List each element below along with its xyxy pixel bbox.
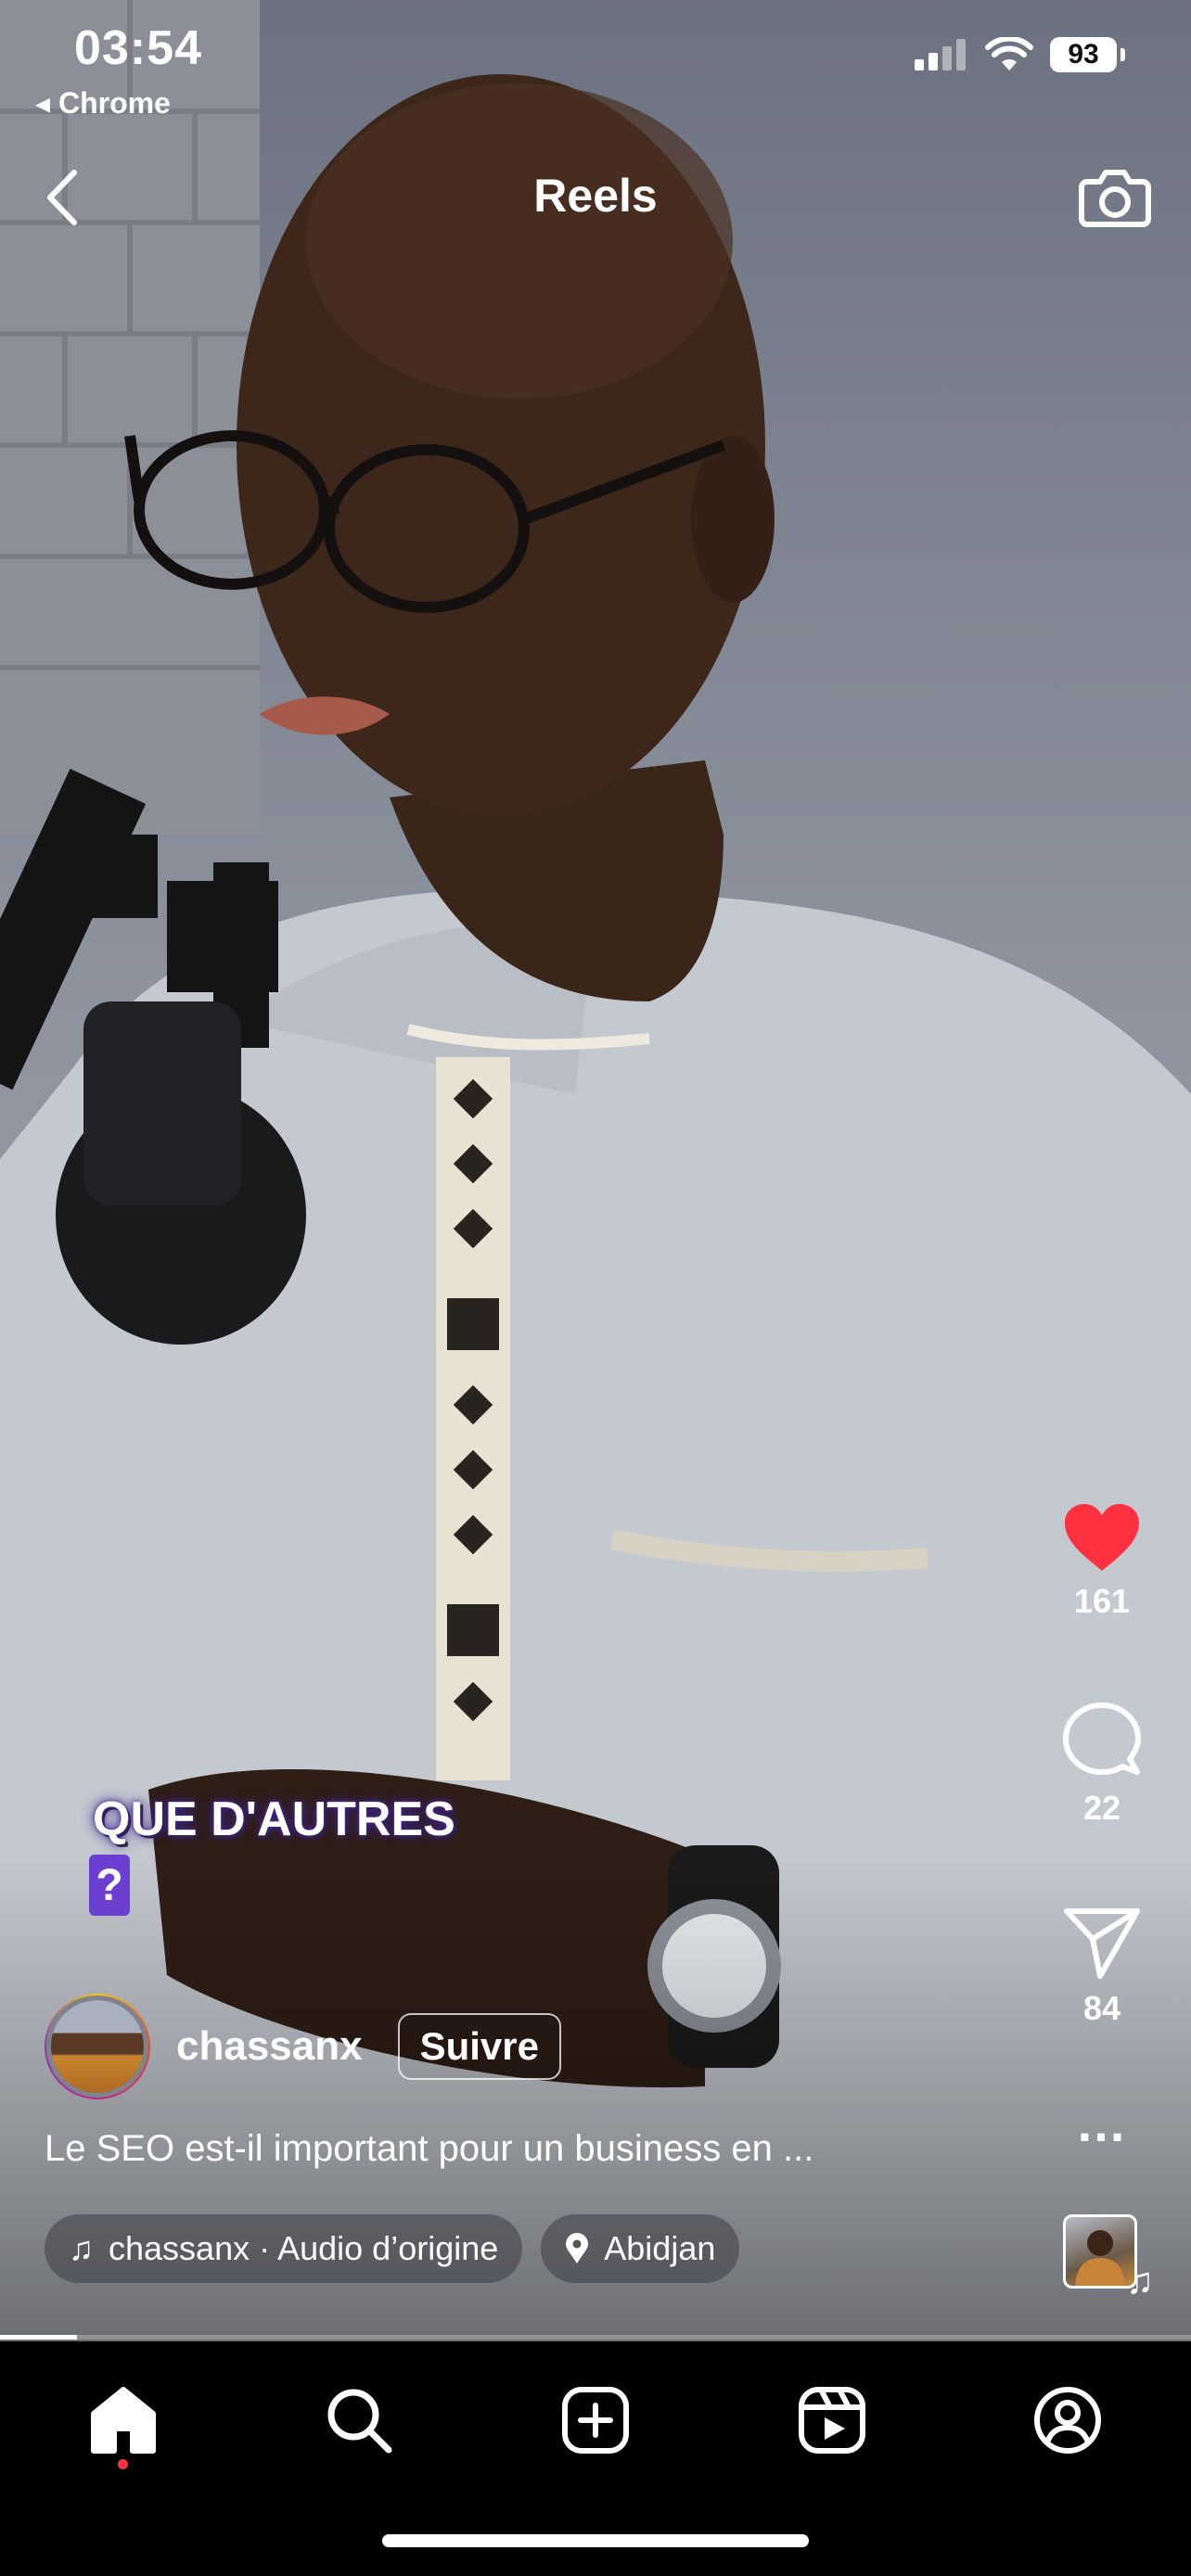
home-notification-dot [118,2459,128,2469]
reels-icon [799,2387,865,2454]
camera-button[interactable] [1076,158,1154,236]
reel-video[interactable] [0,0,1191,2341]
share-count: 84 [1082,1989,1121,2027]
more-options-icon: ... [1077,2094,1127,2152]
more-options-button[interactable]: ... [1046,2094,1158,2152]
story-ring[interactable] [45,1994,150,2099]
heart-filled-icon [1065,1504,1139,1571]
home-icon [91,2387,156,2454]
location-chip[interactable]: Abidjan [541,2214,740,2283]
back-to-app-link[interactable]: ◂ Chrome [35,85,171,121]
video-progress-bar[interactable] [0,2335,1191,2340]
music-note-icon: ♫ [69,2229,94,2267]
location-pin-icon [566,2233,589,2264]
send-icon [1064,1908,1140,1979]
follow-button[interactable]: Suivre [397,2013,561,2080]
post-chips: ♫ chassanx · Audio d’origine Abidjan [45,2214,740,2283]
share-button[interactable]: 84 [1046,1906,1158,2028]
reels-screen: 03:54 ◂ Chrome 93 Reels QUE D'AUTRES ? 1… [0,0,1191,2576]
video-overlay-text: QUE D'AUTRES [93,1792,455,1846]
location-label: Abidjan [604,2229,716,2267]
like-count: 161 [1073,1582,1131,1620]
tab-create[interactable] [554,2378,637,2462]
video-progress-fill [0,2335,78,2340]
add-post-icon [562,2387,629,2454]
comment-button[interactable]: 22 [1046,1702,1158,1828]
comment-count: 22 [1082,1789,1121,1827]
tab-reels[interactable] [790,2378,874,2462]
tab-profile[interactable] [1026,2378,1109,2462]
signal-icon [915,39,966,70]
video-scene [0,0,1191,2341]
post-caption[interactable]: Le SEO est-il important pour un business… [45,2128,813,2170]
battery-indicator: 93 [1050,37,1125,72]
profile-icon [1034,2387,1101,2454]
wifi-icon [985,37,1033,70]
video-overlay-question: ? [89,1855,130,1916]
like-button[interactable]: 161 [1046,1502,1158,1621]
audio-chip[interactable]: ♫ chassanx · Audio d’origine [45,2214,523,2283]
audio-label: chassanx · Audio d’origine [109,2229,499,2267]
tab-home[interactable] [82,2378,165,2462]
status-icons: 93 [915,37,1125,72]
home-indicator [382,2534,809,2547]
avatar [46,1996,148,2098]
search-icon [327,2389,392,2454]
audio-avatar-image [1075,2230,1125,2286]
page-title: Reels [533,170,658,222]
username-link[interactable]: chassanx [176,2023,363,2070]
comment-icon [1063,1702,1141,1775]
camera-icon [1079,170,1151,227]
music-note-icon: ♫ [1126,2261,1154,2302]
status-time: 03:54 [74,21,202,75]
author-row: chassanx Suivre [45,1994,561,2099]
tab-search[interactable] [317,2378,401,2462]
